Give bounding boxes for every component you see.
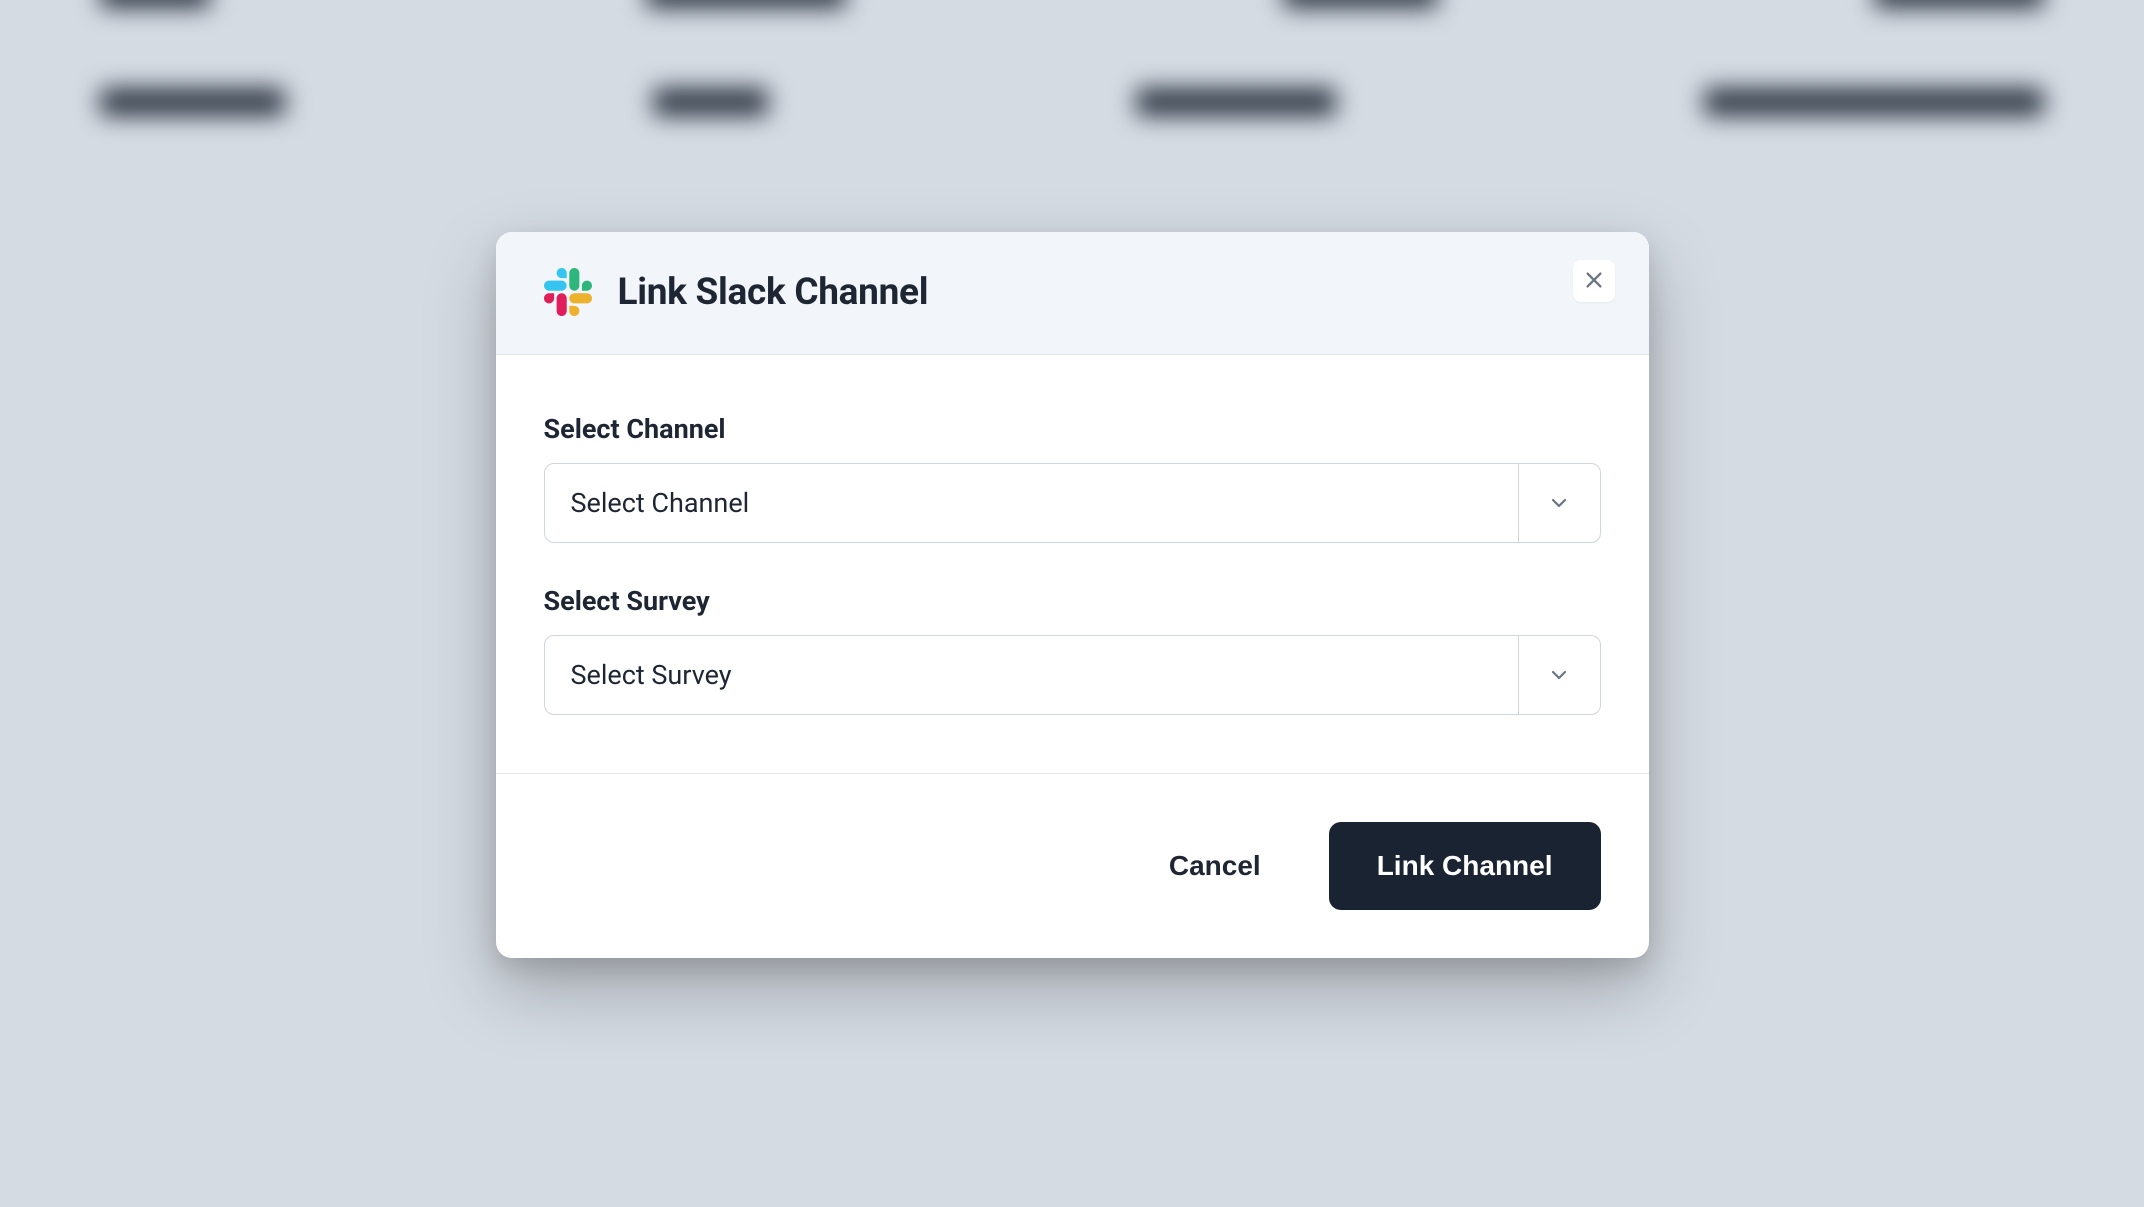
modal-body: Select Channel Select Channel Select Sur…	[496, 355, 1649, 773]
close-icon	[1583, 269, 1605, 294]
close-button[interactable]	[1573, 260, 1615, 302]
survey-field-group: Select Survey Select Survey	[544, 585, 1601, 715]
modal-header: Link Slack Channel	[496, 232, 1649, 355]
modal-footer: Cancel Link Channel	[496, 773, 1649, 958]
link-channel-button[interactable]: Link Channel	[1329, 822, 1601, 910]
slack-icon	[544, 268, 592, 316]
survey-select-value: Select Survey	[545, 659, 1518, 691]
chevron-down-icon	[1518, 636, 1600, 714]
modal-overlay: Link Slack Channel Select Channel Select…	[0, 0, 2144, 1207]
modal-title: Link Slack Channel	[618, 271, 929, 314]
channel-field-group: Select Channel Select Channel	[544, 413, 1601, 543]
cancel-button[interactable]: Cancel	[1149, 826, 1281, 906]
channel-select[interactable]: Select Channel	[544, 463, 1601, 543]
survey-select[interactable]: Select Survey	[544, 635, 1601, 715]
channel-select-value: Select Channel	[545, 487, 1518, 519]
link-slack-channel-modal: Link Slack Channel Select Channel Select…	[496, 232, 1649, 958]
survey-label: Select Survey	[544, 585, 1601, 617]
chevron-down-icon	[1518, 464, 1600, 542]
channel-label: Select Channel	[544, 413, 1601, 445]
